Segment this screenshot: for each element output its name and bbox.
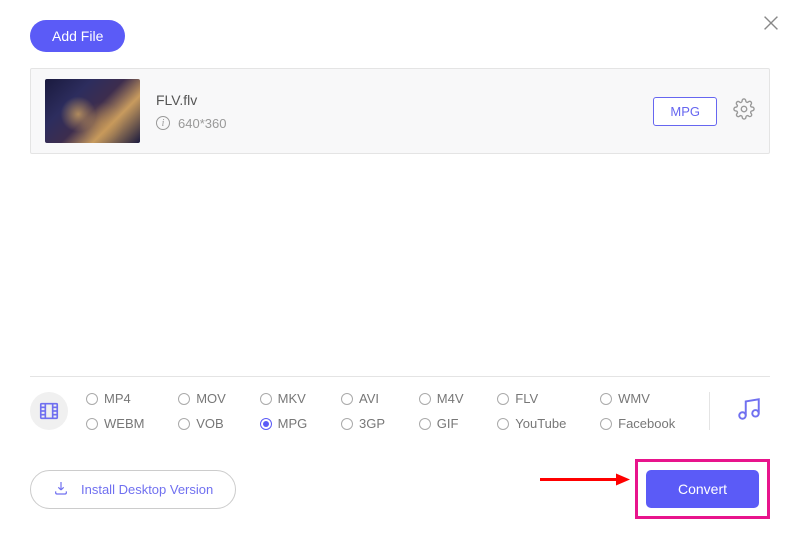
radio-icon <box>341 418 353 430</box>
format-option-m4v[interactable]: M4V <box>419 391 480 406</box>
file-name: FLV.flv <box>156 92 637 108</box>
file-resolution: 640*360 <box>178 116 226 131</box>
download-icon <box>53 480 69 499</box>
install-desktop-button[interactable]: Install Desktop Version <box>30 470 236 509</box>
info-icon: i <box>156 116 170 130</box>
radio-icon <box>178 418 190 430</box>
format-label: GIF <box>437 416 459 431</box>
format-label: WEBM <box>104 416 144 431</box>
convert-button[interactable]: Convert <box>646 470 759 508</box>
format-label: MKV <box>278 391 306 406</box>
add-file-button[interactable]: Add File <box>30 20 125 52</box>
file-row: FLV.flv i 640*360 MPG <box>30 68 770 154</box>
format-option-mov[interactable]: MOV <box>178 391 241 406</box>
radio-icon <box>419 418 431 430</box>
format-label: M4V <box>437 391 464 406</box>
format-option-avi[interactable]: AVI <box>341 391 401 406</box>
format-option-3gp[interactable]: 3GP <box>341 416 401 431</box>
format-label: AVI <box>359 391 379 406</box>
format-section: MP4 MOV MKV AVI M4V FLV WMV WEBM VOB MPG 3GP GIF You… <box>30 376 770 445</box>
install-desktop-label: Install Desktop Version <box>81 482 213 497</box>
format-label: Facebook <box>618 416 675 431</box>
format-option-mp4[interactable]: MP4 <box>86 391 160 406</box>
format-option-vob[interactable]: VOB <box>178 416 241 431</box>
format-option-mpg[interactable]: MPG <box>260 416 323 431</box>
radio-icon <box>86 393 98 405</box>
radio-icon <box>178 393 190 405</box>
gear-icon[interactable] <box>733 98 755 125</box>
format-label: VOB <box>196 416 223 431</box>
radio-icon <box>260 418 272 430</box>
radio-icon <box>419 393 431 405</box>
format-option-mkv[interactable]: MKV <box>260 391 323 406</box>
target-format-button[interactable]: MPG <box>653 97 717 126</box>
format-label: MPG <box>278 416 308 431</box>
divider <box>709 392 710 430</box>
format-option-webm[interactable]: WEBM <box>86 416 160 431</box>
format-label: 3GP <box>359 416 385 431</box>
radio-icon <box>600 418 612 430</box>
format-label: FLV <box>515 391 538 406</box>
format-label: WMV <box>618 391 650 406</box>
file-info: FLV.flv i 640*360 <box>156 92 637 131</box>
format-option-flv[interactable]: FLV <box>497 391 582 406</box>
close-icon[interactable] <box>760 12 782 40</box>
format-label: YouTube <box>515 416 566 431</box>
arrow-annotation <box>540 473 630 492</box>
video-icon[interactable] <box>30 392 68 430</box>
radio-icon <box>86 418 98 430</box>
format-label: MOV <box>196 391 226 406</box>
radio-icon <box>497 393 509 405</box>
radio-icon <box>600 393 612 405</box>
format-option-wmv[interactable]: WMV <box>600 391 691 406</box>
radio-icon <box>260 393 272 405</box>
format-label: MP4 <box>104 391 131 406</box>
format-option-gif[interactable]: GIF <box>419 416 480 431</box>
format-option-youtube[interactable]: YouTube <box>497 416 582 431</box>
music-icon[interactable] <box>728 396 770 427</box>
file-thumbnail <box>45 79 140 143</box>
convert-highlight: Convert <box>635 459 770 519</box>
format-option-facebook[interactable]: Facebook <box>600 416 691 431</box>
radio-icon <box>341 393 353 405</box>
radio-icon <box>497 418 509 430</box>
